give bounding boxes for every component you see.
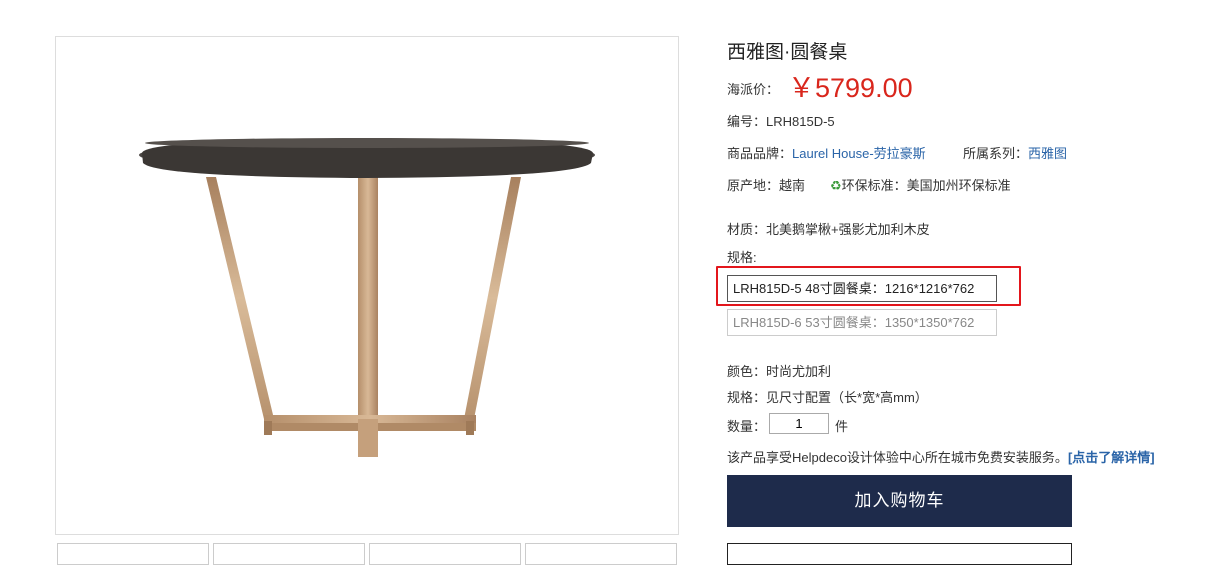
material-row: 材质：北美鹅掌楸+强影尤加利木皮 — [727, 219, 930, 238]
material-value: 北美鹅掌楸+强影尤加利木皮 — [766, 222, 930, 237]
thumbnail-1[interactable] — [57, 543, 209, 565]
eco-label: 环保标准： — [841, 178, 907, 193]
thumbnail-3[interactable] — [369, 543, 521, 565]
color-value: 时尚尤加利 — [766, 364, 832, 379]
series-link[interactable]: 西雅图 — [1028, 146, 1067, 161]
sku-label: 编号： — [727, 114, 767, 129]
material-label: 材质： — [727, 222, 767, 237]
eco-value: 美国加州环保标准 — [906, 178, 1011, 193]
thumbnail-2[interactable] — [213, 543, 365, 565]
spec-option-53[interactable]: LRH815D-6 53寸圆餐桌：1350*1350*762 — [727, 309, 997, 336]
origin-row: 原产地：越南 — [727, 175, 805, 194]
service-detail-link[interactable]: [点击了解详情] — [1068, 450, 1155, 465]
series-label: 所属系列： — [963, 146, 1029, 161]
brand-link[interactable]: Laurel House-劳拉豪斯 — [792, 146, 926, 161]
sku-value: LRH815D-5 — [766, 114, 835, 129]
series-row: 所属系列：西雅图 — [963, 143, 1067, 162]
qty-unit: 件 — [835, 419, 849, 434]
eco-row: ♻环保标准：美国加州环保标准 — [830, 175, 1011, 194]
sku-row: 编号：LRH815D-5 — [727, 111, 835, 130]
brand-label: 商品品牌： — [727, 146, 793, 161]
price-value: ￥5799.00 — [788, 73, 913, 103]
size-row: 规格：见尺寸配置（长*宽*高mm） — [727, 387, 928, 406]
quantity-input[interactable] — [769, 413, 829, 434]
brand-row: 商品品牌：Laurel House-劳拉豪斯 — [727, 143, 926, 162]
service-text: 该产品享受Helpdeco设计体验中心所在城市免费安装服务。 — [727, 450, 1068, 465]
product-main-image[interactable] — [55, 36, 679, 535]
add-to-cart-button[interactable]: 加入购物车 — [727, 475, 1072, 527]
color-label: 颜色： — [727, 364, 767, 379]
spec-label: 规格: — [727, 250, 757, 265]
thumbnail-4[interactable] — [525, 543, 677, 565]
secondary-button[interactable] — [727, 543, 1072, 565]
size-value: 见尺寸配置（长*宽*高mm） — [766, 390, 928, 405]
size-label: 规格： — [727, 390, 767, 405]
qty-label: 数量： — [727, 419, 767, 434]
price-label: 海派价： — [727, 82, 780, 97]
recycle-icon: ♻ — [830, 178, 842, 193]
product-title: 西雅图·圆餐桌 — [727, 42, 848, 63]
origin-label: 原产地： — [727, 178, 780, 193]
color-row: 颜色：时尚尤加利 — [727, 361, 831, 380]
spec-option-48[interactable]: LRH815D-5 48寸圆餐桌：1216*1216*762 — [727, 275, 997, 302]
service-row: 该产品享受Helpdeco设计体验中心所在城市免费安装服务。[点击了解详情] — [727, 447, 1155, 466]
origin-value: 越南 — [779, 178, 806, 193]
round-dining-table-image — [139, 138, 595, 457]
